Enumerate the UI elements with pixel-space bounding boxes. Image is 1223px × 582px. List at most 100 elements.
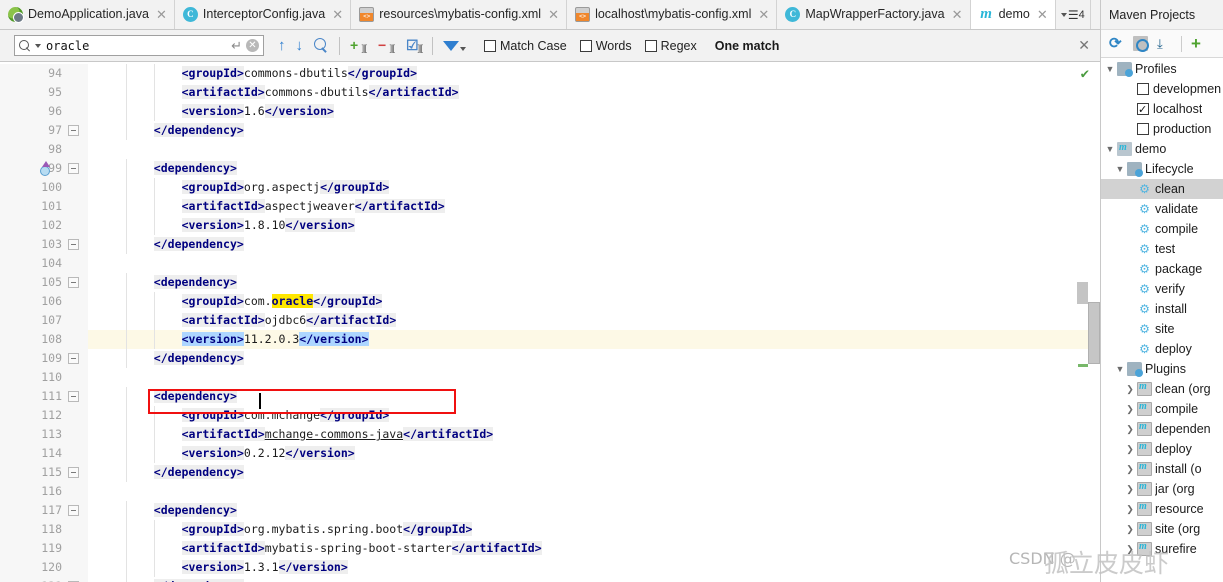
code-line[interactable]: 99 <dependency> [0, 159, 1100, 178]
code-text[interactable]: <version>1.3.1</version> [181, 558, 348, 577]
code-text[interactable]: <dependency> [153, 387, 237, 406]
stripe-mark-caret[interactable] [1077, 282, 1088, 304]
editor-tab-close-icon[interactable]: ✕ [332, 8, 343, 21]
chevron-right-icon[interactable]: ❯ [1123, 519, 1137, 539]
code-text[interactable]: <version>11.2.0.3</version> [181, 330, 369, 349]
code-line[interactable]: 100 <groupId>org.aspectj</groupId> [0, 178, 1100, 197]
editor-tab-close-icon[interactable]: ✕ [758, 8, 769, 21]
filter-chevron-down-icon[interactable] [460, 46, 466, 51]
editor-tab-bar[interactable]: DemoApplication.java ✕ C InterceptorConfig.… [0, 0, 1100, 30]
find-navigation[interactable]: ↑ ↓ [278, 37, 329, 54]
code-text[interactable]: </dependency> [153, 235, 244, 254]
find-option-match-case[interactable]: Match Case [484, 39, 567, 53]
code-fold-toggle[interactable] [66, 235, 80, 254]
code-line[interactable]: 107 <artifactId>ojdbc6</artifactId> [0, 311, 1100, 330]
maven-toolbar[interactable]: ⟳ ⤓ + [1101, 30, 1223, 58]
chevron-down-icon[interactable]: ▼ [1113, 359, 1127, 379]
code-line[interactable]: 111 <dependency> [0, 387, 1100, 406]
chevron-right-icon[interactable]: ❯ [1123, 419, 1137, 439]
checkbox[interactable] [579, 39, 592, 52]
editor-tab-localhost-mybatis-config-xml[interactable]: localhost\mybatis-config.xml ✕ [567, 0, 778, 29]
maven-tree-item-test[interactable]: ⚙ test [1101, 239, 1223, 259]
maven-tree-item-plugins[interactable]: ▼ Plugins [1101, 359, 1223, 379]
code-line[interactable]: 119 <artifactId>mybatis-spring-boot-start… [0, 539, 1100, 558]
checkbox[interactable] [484, 39, 496, 52]
code-line[interactable]: 97 </dependency> [0, 121, 1100, 140]
add-maven-project-icon[interactable]: + [1191, 35, 1206, 52]
maven-tree-item-install[interactable]: ⚙ install [1101, 299, 1223, 319]
maven-tree[interactable]: ▼ Profiles development localhost production ▼… [1101, 59, 1223, 582]
reimport-icon[interactable]: ⟳ [1109, 36, 1124, 51]
download-sources-icon[interactable]: ⤓ [1157, 36, 1172, 51]
code-line[interactable]: 109 </dependency> [0, 349, 1100, 368]
maven-tree-item-site-org[interactable]: ❯ site (org [1101, 517, 1223, 539]
maven-tree-item-surefire[interactable]: ❯ surefire [1101, 537, 1223, 559]
code-lines[interactable]: 94 <groupId>commons-dbutils</groupId> 95 <a… [0, 64, 1100, 582]
code-line[interactable]: 113 <artifactId>mchange-commons-java</art… [0, 425, 1100, 444]
maven-tree-item-localhost[interactable]: localhost [1101, 99, 1223, 120]
maven-tree-item-production[interactable]: production [1101, 119, 1223, 139]
editor-tab-resources-mybatis-config-xml[interactable]: resources\mybatis-config.xml ✕ [351, 0, 568, 29]
stripe-mark-match[interactable] [1078, 364, 1088, 367]
code-line[interactable]: 98 [0, 140, 1100, 159]
search-input-wrapper[interactable]: ↵ ✕ [14, 35, 264, 56]
code-line[interactable]: 105 <dependency> [0, 273, 1100, 292]
code-text[interactable]: <dependency> [153, 501, 237, 520]
code-line[interactable]: 112 <groupId>com.mchange</groupId> [0, 406, 1100, 425]
close-find-icon[interactable]: ✕ [1078, 37, 1090, 54]
code-text[interactable]: <dependency> [153, 273, 237, 292]
code-line[interactable]: 118 <groupId>org.mybatis.spring.boot</gro… [0, 520, 1100, 539]
code-text[interactable]: <dependency> [153, 159, 237, 178]
editor-scrollbar-thumb[interactable] [1088, 302, 1100, 364]
find-previous-button[interactable]: ↑ [278, 38, 286, 53]
code-line[interactable]: 103 </dependency> [0, 235, 1100, 254]
search-history-chevron-down-icon[interactable] [35, 43, 41, 48]
code-text[interactable]: <groupId>org.mybatis.spring.boot</groupI… [181, 520, 473, 539]
code-text[interactable]: <version>1.6</version> [181, 102, 334, 121]
code-line[interactable]: 106 <groupId>com.oracle</groupId> [0, 292, 1100, 311]
maven-tree-item-demo[interactable]: ▼ demo [1101, 138, 1223, 159]
find-options[interactable]: Match Case Words Regex [484, 39, 697, 53]
code-text[interactable]: <artifactId>mybatis-spring-boot-starter<… [181, 539, 542, 558]
chevron-right-icon[interactable]: ❯ [1123, 379, 1137, 399]
chevron-right-icon[interactable]: ❯ [1123, 459, 1137, 479]
chevron-right-icon[interactable]: ❯ [1123, 479, 1137, 499]
editor-tab-demoapplication-java[interactable]: DemoApplication.java ✕ [0, 0, 175, 29]
chevron-right-icon[interactable]: ❯ [1123, 539, 1137, 559]
editor-scrollbar-track[interactable] [1088, 82, 1100, 582]
code-fold-toggle[interactable] [66, 387, 80, 406]
find-toolbar[interactable]: ↵ ✕ ↑ ↓ +]|[ −]|[ ☑]|[ [0, 30, 1100, 62]
code-line[interactable]: 110 [0, 368, 1100, 387]
selection-buttons[interactable]: +]|[ −]|[ ☑]|[ [350, 38, 423, 53]
editor-tab-close-icon[interactable]: ✕ [952, 8, 963, 21]
editor-tab-close-icon[interactable]: ✕ [548, 8, 559, 21]
chevron-down-icon[interactable]: ▼ [1103, 59, 1117, 79]
code-line[interactable]: 121 </dependency> [0, 577, 1100, 582]
code-line[interactable]: 120 <version>1.3.1</version> [0, 558, 1100, 577]
code-text[interactable]: </dependency> [153, 349, 244, 368]
code-text[interactable]: <groupId>com.oracle</groupId> [181, 292, 383, 311]
chevron-down-icon[interactable]: ▼ [1103, 139, 1117, 159]
maven-tree-item-clean[interactable]: ⚙ clean [1101, 179, 1223, 199]
code-line[interactable]: 101 <artifactId>aspectjweaver</artifactId… [0, 197, 1100, 216]
code-text[interactable]: <groupId>commons-dbutils</groupId> [181, 64, 418, 83]
maven-tree-item-jar-org[interactable]: ❯ jar (org [1101, 477, 1223, 499]
remove-selection-icon[interactable]: −]|[ [378, 38, 395, 53]
editor-tab-demo[interactable]: m demo ✕ [970, 0, 1056, 29]
code-fold-toggle[interactable] [66, 577, 80, 582]
code-fold-toggle[interactable] [66, 501, 80, 520]
profile-checkbox[interactable] [1137, 123, 1149, 135]
code-text[interactable]: </dependency> [153, 577, 244, 582]
clear-icon[interactable]: ✕ [246, 39, 259, 52]
editor-tab-close-icon[interactable]: ✕ [1037, 8, 1048, 21]
code-line[interactable]: 95 <artifactId>commons-dbutils</artifactI… [0, 83, 1100, 102]
maven-tree-item-clean-org[interactable]: ❯ clean (org [1101, 377, 1223, 399]
tab-overflow-button[interactable]: ☰ 4 [1055, 0, 1091, 29]
code-line[interactable]: 104 [0, 254, 1100, 273]
code-text[interactable]: </dependency> [153, 463, 244, 482]
find-next-button[interactable]: ↓ [296, 38, 304, 53]
error-stripe[interactable] [1076, 64, 1088, 582]
filter-button[interactable] [443, 40, 466, 51]
chevron-right-icon[interactable]: ❯ [1123, 439, 1137, 459]
maven-tree-item-development[interactable]: development [1101, 79, 1223, 99]
